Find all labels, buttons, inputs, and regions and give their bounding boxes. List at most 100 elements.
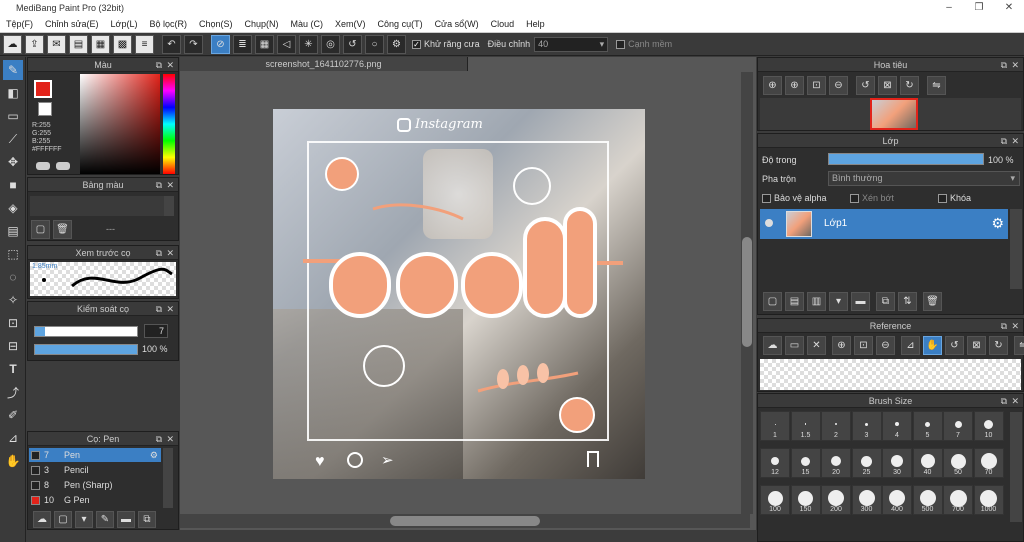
popout-icon[interactable]: ⧉ [156, 246, 162, 260]
brush-size-cell[interactable]: 15 [790, 448, 821, 478]
brush-size-cell[interactable]: 150 [790, 485, 821, 515]
brush-size-cell[interactable]: 70 [973, 448, 1004, 478]
close-icon[interactable]: ✕ [1011, 134, 1019, 148]
close-window-button[interactable]: ✕ [994, 0, 1024, 16]
brush-size-cell[interactable]: 100 [760, 485, 790, 515]
adjust-select[interactable]: 40 ▾ [534, 36, 609, 52]
hand-tool-icon[interactable]: ✋ [3, 451, 23, 471]
color-add-button[interactable] [36, 162, 50, 170]
cloud-brush-icon[interactable]: ☁ [33, 511, 51, 528]
clipping-toggle[interactable]: Xén bớt [850, 193, 894, 203]
brush-item-g-pen[interactable]: 10 G Pen [29, 493, 161, 507]
grid-doc-icon[interactable]: ▩ [113, 34, 132, 54]
popout-icon[interactable]: ⧉ [1001, 394, 1007, 408]
brush-size-cell[interactable]: 2 [821, 411, 851, 441]
reference-canvas[interactable] [760, 359, 1021, 390]
close-icon[interactable]: ✕ [1011, 58, 1019, 72]
merge-layer-icon[interactable]: ⧉ [876, 292, 895, 311]
popout-icon[interactable]: ⧉ [1001, 134, 1007, 148]
brush-size-cell[interactable]: 1.5 [790, 411, 821, 441]
close-reference-icon[interactable]: ✕ [807, 336, 826, 355]
layer-opacity-slider[interactable] [828, 153, 984, 165]
text-tool-icon[interactable]: T [3, 359, 23, 379]
brush-size-cell[interactable]: 4 [882, 411, 912, 441]
snap-curve-icon[interactable]: ↺ [343, 34, 362, 54]
snap-perspective-icon[interactable]: ◁ [277, 34, 296, 54]
new-palette-icon[interactable]: ▢ [31, 220, 50, 239]
brush-size-cell[interactable]: 300 [851, 485, 882, 515]
eyedropper-icon[interactable]: ⊿ [901, 336, 920, 355]
trash-icon[interactable]: 🗑 [53, 220, 72, 239]
soft-edge-toggle[interactable]: Cạnh mềm [616, 39, 672, 49]
brush-size-cell[interactable]: 20 [821, 448, 851, 478]
close-icon[interactable]: ✕ [166, 432, 174, 446]
menu-snap[interactable]: Chụp(N) [239, 19, 285, 29]
zoom-actual-icon[interactable]: ⊡ [807, 76, 826, 95]
document-tab[interactable]: screenshot_1641102776.png [180, 57, 468, 71]
antialias-toggle[interactable]: ✓ Khử răng cưa [412, 39, 480, 49]
maximize-button[interactable]: ❐ [964, 0, 994, 16]
minimize-button[interactable]: – [934, 0, 964, 16]
dot-tool-icon[interactable]: ⟋ [3, 129, 23, 149]
eraser-tool-icon[interactable]: ◧ [3, 83, 23, 103]
menu-window[interactable]: Cửa sổ(W) [429, 19, 485, 29]
close-icon[interactable]: ✕ [166, 58, 174, 72]
bucket-tool-icon[interactable]: ◈ [3, 198, 23, 218]
fill-rect-tool-icon[interactable]: ■ [3, 175, 23, 195]
page-icon[interactable]: ▦ [91, 34, 110, 54]
close-icon[interactable]: ✕ [166, 246, 174, 260]
select-eraser-icon[interactable]: ⊟ [3, 336, 23, 356]
layer-row[interactable]: Lớp1 ⚙ [760, 209, 1008, 239]
snap-off-icon[interactable]: ⊘ [211, 34, 230, 54]
navigator-viewport[interactable] [870, 98, 918, 130]
snap-parallel-icon[interactable]: ≣ [233, 34, 252, 54]
rotate-left-icon[interactable]: ↺ [856, 76, 875, 95]
vertical-scroll-thumb[interactable] [742, 237, 752, 347]
menu-help[interactable]: Help [520, 19, 551, 29]
edit-brush-icon[interactable]: ✎ [96, 511, 114, 528]
eyedropper-icon[interactable]: ⊿ [3, 428, 23, 448]
document-icon[interactable]: ▤ [69, 34, 88, 54]
opacity-slider[interactable] [34, 344, 138, 355]
folder-icon[interactable]: ▬ [117, 511, 135, 528]
rotate-right-icon[interactable]: ↻ [989, 336, 1008, 355]
lasso-tool-icon[interactable]: ◌ [3, 267, 23, 287]
gradient-tool-icon[interactable]: ▤ [3, 221, 23, 241]
comment-icon[interactable]: ✉ [47, 34, 66, 54]
saturation-value-picker[interactable] [80, 74, 160, 174]
flip-icon[interactable]: ⇋ [927, 76, 946, 95]
size-value[interactable]: 7 [144, 324, 168, 338]
antialias-checkbox[interactable]: ✓ [412, 39, 421, 49]
brush-size-cell[interactable]: 700 [943, 485, 973, 515]
vertical-scrollbar[interactable] [741, 72, 753, 514]
list-icon[interactable]: ≡ [135, 34, 154, 54]
palette-scrollbar[interactable] [164, 196, 174, 216]
menu-edit[interactable]: Chỉnh sửa(E) [39, 19, 105, 29]
menu-select[interactable]: Chọn(S) [193, 19, 239, 29]
background-color-swatch[interactable] [38, 102, 52, 116]
rectangle-tool-icon[interactable]: ▭ [3, 106, 23, 126]
layer-menu-icon[interactable]: ▾ [829, 292, 848, 311]
magic-wand-icon[interactable]: ✧ [3, 290, 23, 310]
horizontal-scrollbar[interactable] [180, 514, 750, 528]
menu-color[interactable]: Màu (C) [285, 19, 330, 29]
snap-ring-icon[interactable]: ○ [365, 34, 384, 54]
brush-size-cell[interactable]: 30 [882, 448, 912, 478]
blend-mode-select[interactable]: Bình thường ▾ [828, 171, 1020, 186]
popout-icon[interactable]: ⧉ [1001, 319, 1007, 333]
brush-size-cell[interactable]: 50 [943, 448, 973, 478]
protect-alpha-checkbox[interactable] [762, 193, 771, 203]
brush-size-cell[interactable]: 5 [912, 411, 943, 441]
rotate-reset-icon[interactable]: ⊠ [967, 336, 986, 355]
hue-slider[interactable] [163, 74, 175, 174]
snap-circle-icon[interactable]: ◎ [321, 34, 340, 54]
brush-size-cell[interactable]: 200 [821, 485, 851, 515]
menu-view[interactable]: Xem(V) [329, 19, 372, 29]
trash-icon[interactable]: 🗑 [923, 292, 942, 311]
layer-folder-icon[interactable]: ▬ [851, 292, 870, 311]
close-icon[interactable]: ✕ [166, 178, 174, 192]
new-brush-icon[interactable]: ▢ [54, 511, 72, 528]
brush-size-cell[interactable]: 40 [912, 448, 943, 478]
popout-icon[interactable]: ⧉ [156, 302, 162, 316]
brush-item-pen[interactable]: 7 Pen ⚙ [29, 448, 161, 462]
